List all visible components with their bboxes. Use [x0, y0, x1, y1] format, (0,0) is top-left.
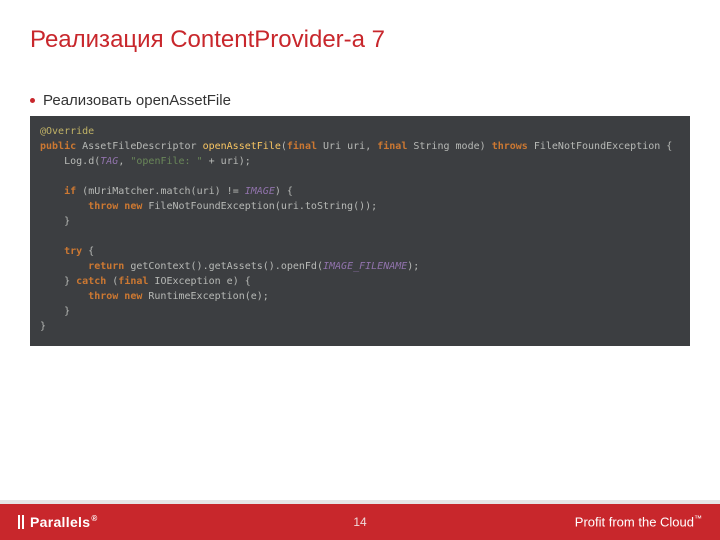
call: .match(uri) != — [154, 186, 244, 197]
method-name: openAssetFile — [203, 141, 281, 152]
pad — [40, 156, 64, 167]
kw-public: public — [40, 141, 76, 152]
paren: ( — [76, 186, 88, 197]
tagline-text: Profit from the Cloud — [575, 515, 694, 530]
kw-throws: throws — [492, 141, 528, 152]
kw-try: try — [64, 246, 82, 257]
field: IMAGE — [245, 186, 275, 197]
pad — [40, 186, 64, 197]
brand-name: Parallels® — [30, 514, 98, 530]
arg: uri — [347, 141, 365, 152]
type: IOException e — [148, 276, 232, 287]
field: TAG — [100, 156, 118, 167]
field: IMAGE_FILENAME — [323, 261, 407, 272]
brand-name-text: Parallels — [30, 514, 90, 530]
expr: + uri); — [203, 156, 251, 167]
footer: Parallels® 14 Profit from the Cloud™ — [0, 504, 720, 540]
pad — [40, 201, 88, 212]
paren: ) — [480, 141, 486, 152]
brace: } — [64, 306, 70, 317]
pad — [40, 291, 88, 302]
type: String — [413, 141, 449, 152]
exc: FileNotFoundException — [534, 141, 660, 152]
bullet-item: Реализовать openAssetFile — [30, 92, 231, 109]
string: "openFile: " — [130, 156, 202, 167]
code-block: @Override public AssetFileDescriptor ope… — [30, 116, 690, 346]
comma: , — [365, 141, 377, 152]
type: Uri — [323, 141, 341, 152]
paren: ( — [106, 276, 118, 287]
close: ) { — [233, 276, 251, 287]
slide-title: Реализация ContentProvider-а 7 — [30, 26, 385, 54]
close: ) { — [275, 186, 293, 197]
kw-final: final — [287, 141, 317, 152]
trademark-icon: ™ — [694, 514, 702, 523]
page-number: 14 — [353, 515, 366, 529]
expr: FileNotFoundException(uri.toString()); — [142, 201, 377, 212]
obj: Log — [64, 156, 82, 167]
comma: , — [118, 156, 130, 167]
pad — [40, 276, 64, 287]
brace: } — [40, 321, 46, 332]
brand-bars-icon — [18, 515, 24, 529]
pad — [40, 216, 64, 227]
code-annotation: @Override — [40, 126, 94, 137]
arg: mode — [456, 141, 480, 152]
brace: { — [82, 246, 94, 257]
kw-throw: throw new — [88, 201, 142, 212]
bullet-text: Реализовать openAssetFile — [43, 92, 231, 109]
pad — [40, 306, 64, 317]
kw-return: return — [88, 261, 124, 272]
expr: RuntimeException(e); — [142, 291, 268, 302]
kw-final: final — [377, 141, 407, 152]
pad — [40, 261, 88, 272]
obj: mUriMatcher — [88, 186, 154, 197]
brace: } — [64, 276, 76, 287]
kw-throw: throw new — [88, 291, 142, 302]
brace: { — [660, 141, 672, 152]
slide: Реализация ContentProvider-а 7 Реализова… — [0, 0, 720, 540]
kw-catch: catch — [76, 276, 106, 287]
pad — [40, 246, 64, 257]
expr: getContext().getAssets().openFd( — [124, 261, 323, 272]
brand-logo: Parallels® — [18, 514, 98, 530]
kw-if: if — [64, 186, 76, 197]
tagline: Profit from the Cloud™ — [575, 514, 702, 529]
bullet-icon — [30, 98, 35, 103]
registered-icon: ® — [91, 514, 97, 523]
brace: } — [64, 216, 70, 227]
close: ); — [407, 261, 419, 272]
type: AssetFileDescriptor — [82, 141, 196, 152]
kw-final: final — [118, 276, 148, 287]
